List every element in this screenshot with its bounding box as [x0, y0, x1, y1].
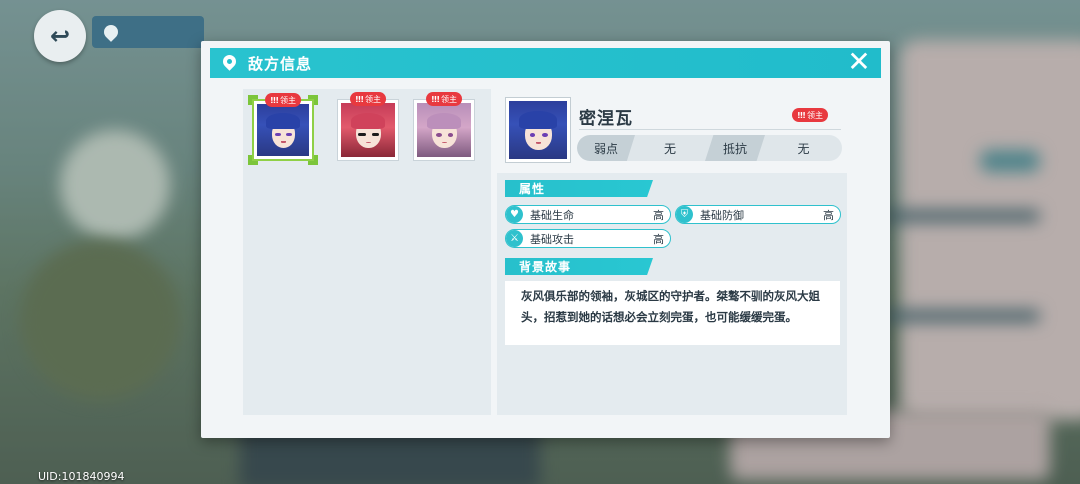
boss-badge: !!! 领主: [792, 108, 828, 122]
close-button[interactable]: ✕: [847, 48, 871, 76]
alert-icon: !!!: [797, 110, 806, 120]
attribute-hp: ♥ 基础生命 高: [505, 205, 671, 224]
alert-icon: !!!: [270, 95, 279, 105]
back-arrow-icon: ↩: [49, 22, 71, 50]
location-pin-icon: [222, 55, 238, 71]
uid-label: UID:101840994: [38, 470, 125, 483]
enemy-card-2[interactable]: !!! 领主: [337, 92, 399, 161]
boss-badge: !!! 领主: [426, 92, 462, 106]
story-text: 灰风俱乐部的领袖，灰城区的守护者。桀骜不驯的灰风大姐头，招惹到她的话想必会立刻完…: [505, 281, 840, 345]
divider: [579, 129, 841, 130]
location-chip: [92, 16, 204, 48]
attribute-attack: ⚔ 基础攻击 高: [505, 229, 671, 248]
alert-icon: !!!: [355, 94, 364, 104]
story-section-title: 背景故事: [505, 258, 653, 275]
enemy-name: 密涅瓦: [579, 109, 633, 129]
attributes-section-title: 属性: [505, 180, 653, 197]
enemy-info-dialog: 敌方信息 ✕ !!! 领主 !!! 领主 !!! 领主 密涅瓦 !!! 领主 弱…: [201, 41, 890, 438]
enemy-portrait: [341, 103, 395, 157]
back-button[interactable]: ↩: [34, 10, 86, 62]
close-icon: ✕: [847, 45, 871, 78]
shield-icon: ⛨: [676, 206, 693, 223]
heart-icon: ♥: [506, 206, 523, 223]
dialog-header: 敌方信息 ✕: [210, 48, 881, 78]
resistance-label: 抵抗: [705, 135, 765, 161]
weakness-label: 弱点: [577, 135, 635, 161]
location-pin-icon: [101, 22, 121, 42]
enemy-portrait: [257, 104, 309, 156]
enemy-detail-portrait: [505, 97, 571, 163]
weakness-resistance-bar: 弱点 无 抵抗 无: [577, 135, 842, 161]
resistance-value: 无: [797, 141, 810, 156]
weakness-value: 无: [663, 141, 676, 156]
enemy-card-3[interactable]: !!! 领主: [413, 92, 475, 161]
attribute-defense: ⛨ 基础防御 高: [675, 205, 841, 224]
boss-badge: !!! 领主: [350, 92, 386, 106]
enemy-card-1[interactable]: !!! 领主: [248, 93, 318, 165]
dialog-title: 敌方信息: [248, 54, 313, 73]
enemy-detail: 密涅瓦 !!! 领主 弱点 无 抵抗 无 属性 ♥ 基础生命 高 ⛨ 基础防御 …: [497, 89, 847, 415]
enemy-portrait: [417, 103, 471, 157]
alert-icon: !!!: [431, 94, 440, 104]
enemy-list: !!! 领主 !!! 领主 !!! 领主: [243, 89, 491, 415]
info-area: 属性 ♥ 基础生命 高 ⛨ 基础防御 高 ⚔ 基础攻击 高 背景故事 灰风俱乐部…: [497, 173, 847, 415]
boss-badge: !!! 领主: [265, 93, 301, 107]
sword-icon: ⚔: [506, 230, 523, 247]
